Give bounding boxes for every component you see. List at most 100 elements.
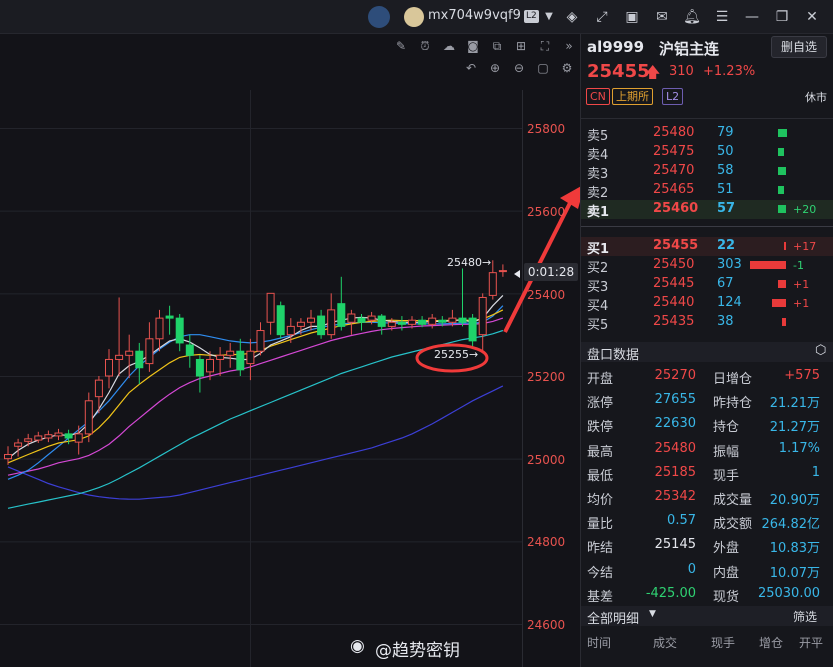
- price-tick: 24600: [527, 618, 566, 632]
- candle-body: [296, 321, 305, 327]
- restore-icon[interactable]: ❐: [773, 8, 791, 26]
- settings-icon[interactable]: ⚙: [559, 60, 575, 76]
- remove-watchlist-button[interactable]: 删自选: [771, 36, 827, 58]
- stat-label: 成交量: [713, 493, 753, 508]
- stat-label: 基差: [587, 589, 614, 605]
- bid-delta: +1: [793, 278, 810, 291]
- candle-body: [155, 317, 164, 340]
- alarm-icon[interactable]: ⏰︎: [417, 38, 433, 54]
- grid-icon[interactable]: ⊞: [513, 38, 529, 54]
- zoom-in-icon[interactable]: ⊕: [487, 60, 503, 76]
- ask-row[interactable]: 卖4 25475 50: [581, 143, 833, 163]
- bid-row[interactable]: 买2 25450 303 -1: [581, 256, 833, 276]
- bell-icon[interactable]: 🔔︎: [683, 8, 701, 26]
- candle-body: [357, 317, 366, 323]
- detail-column-header: 开平: [799, 636, 824, 650]
- price-tick: 24800: [527, 535, 566, 549]
- candle-body: [34, 435, 43, 441]
- stat-value: 0.57: [667, 513, 696, 529]
- zoom-out-icon[interactable]: ⊖: [511, 60, 527, 76]
- candle-body: [387, 321, 396, 327]
- bid-row[interactable]: 买3 25445 67 +1: [581, 275, 833, 295]
- bid-volume-bar: [750, 261, 786, 269]
- stat-value: 25342: [654, 489, 696, 504]
- watermark: @趋势密钥: [375, 641, 460, 661]
- bid-price: 25450: [653, 257, 695, 272]
- candle-body: [54, 432, 63, 437]
- bid-row[interactable]: 买5 25435 38: [581, 313, 833, 333]
- minimize-icon[interactable]: —: [743, 8, 761, 26]
- video-icon[interactable]: ▣: [623, 8, 641, 26]
- stat-value: 21.21万: [769, 396, 820, 412]
- region-tag: CN: [586, 88, 610, 105]
- candle-body: [74, 433, 83, 443]
- mail-icon[interactable]: ✉: [653, 8, 671, 26]
- detail-header[interactable]: 全部明细 ▼ 筛选: [581, 606, 833, 627]
- candle-body: [286, 325, 295, 336]
- ask-row[interactable]: 卖5 25480 79: [581, 124, 833, 144]
- last-price: 25455: [587, 61, 650, 82]
- ask-label: 卖5: [587, 129, 609, 144]
- stat-label: 跌停: [587, 420, 614, 436]
- candle-body: [105, 358, 113, 377]
- ask-price: 25470: [653, 163, 695, 178]
- layers-icon[interactable]: ◈: [563, 8, 581, 26]
- chevron-down-icon[interactable]: ▼: [540, 8, 558, 26]
- caret-down-icon[interactable]: ▼: [649, 609, 656, 619]
- ask-price: 25475: [653, 144, 695, 159]
- countdown-timer: 0:01:28: [524, 263, 578, 281]
- ask-row[interactable]: 卖3 25470 58: [581, 162, 833, 182]
- bid-label: 买4: [587, 299, 609, 314]
- ask-volume-bar: [778, 129, 787, 137]
- ma_lightblue-line: [7, 305, 504, 480]
- undo-icon[interactable]: ↶: [463, 60, 479, 76]
- collapse-icon[interactable]: »: [561, 38, 577, 54]
- bid-row[interactable]: 买1 25455 22 +17: [581, 237, 833, 257]
- ask-row[interactable]: 卖2 25465 51: [581, 181, 833, 201]
- bid-label: 买1: [587, 242, 610, 257]
- avatar-icon[interactable]: [404, 7, 424, 27]
- candle-body: [408, 319, 416, 325]
- kline-svg[interactable]: [0, 34, 580, 667]
- bid-delta: -1: [793, 259, 804, 272]
- level-badge: L2: [524, 10, 539, 23]
- pen-icon[interactable]: ✎: [393, 38, 409, 54]
- ask-delta: +20: [793, 203, 817, 216]
- candle-body: [458, 317, 467, 323]
- stats-header[interactable]: 盘口数据 ⬡: [581, 342, 833, 363]
- cloud-icon[interactable]: ☁: [441, 38, 457, 54]
- bid-volume: 124: [717, 295, 742, 310]
- stat-label: 内盘: [713, 565, 740, 581]
- stat-label: 开盘: [587, 372, 614, 387]
- bot-icon[interactable]: [368, 6, 390, 28]
- fullscreen-icon[interactable]: ⛶: [537, 38, 553, 54]
- filter-button[interactable]: 筛选: [793, 608, 817, 625]
- close-icon[interactable]: ✕: [803, 8, 821, 26]
- bid-price: 25435: [653, 314, 695, 329]
- settings-icon[interactable]: ⬡: [815, 343, 826, 358]
- price-change: 310: [669, 64, 694, 79]
- square-icon[interactable]: ▢: [535, 60, 551, 76]
- stat-value: 1: [811, 464, 820, 480]
- candle-body: [478, 296, 487, 336]
- ask-price: 25480: [653, 125, 695, 140]
- weibo-icon: ◉: [350, 636, 365, 656]
- ask-row[interactable]: 卖1 25460 57 +20: [581, 200, 833, 220]
- candle-body: [14, 442, 23, 447]
- stat-value: 264.82亿: [761, 517, 821, 533]
- candle-body: [226, 350, 235, 356]
- stat-value: 27655: [654, 392, 696, 408]
- camera-icon[interactable]: ◙: [465, 38, 481, 54]
- candle-body: [236, 350, 245, 371]
- user-name[interactable]: mx704w9vqf9: [428, 8, 521, 23]
- copy-icon[interactable]: ⧉: [489, 38, 505, 54]
- bid-row[interactable]: 买4 25440 124 +1: [581, 294, 833, 314]
- candle-body: [135, 350, 144, 369]
- expand-icon[interactable]: ⤢: [593, 8, 611, 26]
- kline-chart[interactable]: ✎ ⏰︎ ☁ ◙ ⧉ ⊞ ⛶ » ↶ ⊕ ⊖ ▢ ⚙ 25800 25600 2…: [0, 34, 580, 667]
- menu-icon[interactable]: ☰: [713, 8, 731, 26]
- stat-label: 昨持仓: [713, 396, 753, 412]
- bid-volume: 22: [717, 238, 736, 253]
- candle-body: [317, 315, 326, 336]
- candle-body: [276, 305, 285, 336]
